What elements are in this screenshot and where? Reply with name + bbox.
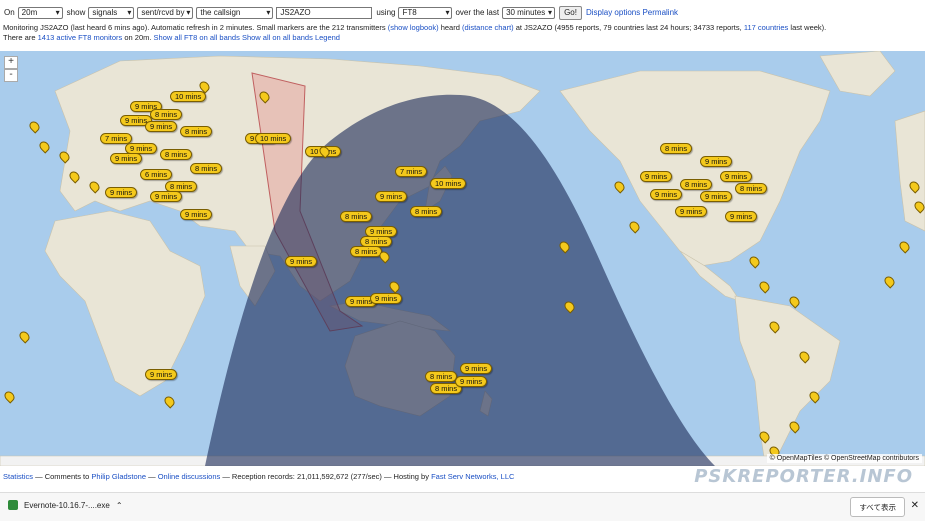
time-since-heard-label[interactable]: 8 mins: [150, 109, 183, 120]
show-logbook-link[interactable]: (show logbook): [388, 23, 439, 32]
time-since-heard-label[interactable]: 8 mins: [190, 163, 223, 174]
display-options-link[interactable]: Display options: [586, 8, 640, 17]
callsign-input[interactable]: JS2AZO: [276, 6, 373, 19]
time-since-heard-label[interactable]: 9 mins: [720, 171, 753, 182]
go-button[interactable]: Go!: [559, 5, 582, 20]
target-select[interactable]: the callsign: [196, 6, 274, 19]
comments-text: — Comments to: [35, 472, 90, 481]
time-since-heard-label[interactable]: 7 mins: [395, 166, 428, 177]
chevron-up-icon[interactable]: ⌃: [116, 501, 123, 510]
time-since-heard-label[interactable]: 10 mins: [430, 178, 467, 189]
time-since-heard-label[interactable]: 8 mins: [735, 183, 768, 194]
distance-chart-link[interactable]: (distance chart): [462, 23, 514, 32]
map-attribution: © OpenMapTiles © OpenStreetMap contribut…: [766, 454, 922, 463]
zoom-in-button[interactable]: +: [4, 56, 18, 69]
time-since-heard-label[interactable]: 6 mins: [140, 169, 173, 180]
time-since-heard-label[interactable]: 9 mins: [370, 293, 403, 304]
time-since-heard-label[interactable]: 9 mins: [105, 187, 138, 198]
time-since-heard-label[interactable]: 10 mins: [170, 91, 207, 102]
download-bar: Evernote-10.16.7-....exe ⌃ すべて表示 ✕: [0, 492, 925, 521]
time-since-heard-label[interactable]: 8 mins: [425, 371, 458, 382]
footer: Statistics — Comments to Philip Gladston…: [3, 472, 514, 481]
records-text: — Reception records: 21,011,592,672 (277…: [222, 472, 429, 481]
author-link[interactable]: Philip Gladstone: [91, 472, 146, 481]
time-since-heard-label[interactable]: 9 mins: [700, 191, 733, 202]
time-since-heard-label[interactable]: 9 mins: [725, 211, 758, 222]
show-all-ft8-link[interactable]: Show all FT8 on all bands: [154, 33, 240, 42]
over-label: over the last: [455, 8, 500, 17]
show-label: show: [66, 8, 86, 17]
footer-dash: —: [148, 472, 156, 481]
time-since-heard-label[interactable]: 7 mins: [100, 133, 133, 144]
reception-map[interactable]: 10 mins 9 mins 8 mins 9 mins 9 mins 7 mins 8 m…: [0, 51, 925, 466]
query-toolbar: On 20m show signals sent/rcvd by the cal…: [3, 5, 678, 20]
on-label: On: [4, 8, 15, 17]
time-since-heard-label[interactable]: 9 mins: [700, 156, 733, 167]
status-text-c: at JS2AZO (4955 reports, 79 countries la…: [515, 23, 742, 32]
status-text-d: last week).: [790, 23, 827, 32]
show-all-downloads-button[interactable]: すべて表示: [850, 497, 905, 517]
time-since-heard-label[interactable]: 8 mins: [410, 206, 443, 217]
time-since-heard-label[interactable]: 8 mins: [180, 126, 213, 137]
download-item[interactable]: Evernote-10.16.7-....exe ⌃: [8, 500, 123, 510]
time-since-heard-label[interactable]: 9 mins: [145, 121, 178, 132]
installer-icon: [8, 500, 18, 510]
host-link[interactable]: Fast Serv Networks, LLC: [431, 472, 514, 481]
active-monitors-link[interactable]: 1413 active FT8 monitors: [38, 33, 123, 42]
permalink-link[interactable]: Permalink: [642, 8, 678, 17]
time-since-heard-label[interactable]: 8 mins: [350, 246, 383, 257]
monitors-status: There are 1413 active FT8 monitors on 20…: [3, 33, 340, 42]
time-since-heard-label[interactable]: 9 mins: [675, 206, 708, 217]
monitors-text-a: There are: [3, 33, 36, 42]
time-since-heard-label[interactable]: 8 mins: [160, 149, 193, 160]
time-since-heard-label[interactable]: 10 mins: [255, 133, 292, 144]
show-all-bands-link[interactable]: Show all on all bands: [242, 33, 313, 42]
legend-link[interactable]: Legend: [315, 33, 340, 42]
time-since-heard-label[interactable]: 9 mins: [110, 153, 143, 164]
time-since-heard-label[interactable]: 8 mins: [680, 179, 713, 190]
online-discussions-link[interactable]: Online discussions: [158, 472, 221, 481]
time-since-heard-label[interactable]: 9 mins: [460, 363, 493, 374]
close-icon[interactable]: ✕: [911, 500, 919, 511]
monitors-text-b: on 20m.: [124, 33, 152, 42]
status-text-b: heard: [440, 23, 460, 32]
status-text-a: Monitoring JS2AZO (last heard 6 mins ago…: [3, 23, 386, 32]
time-since-heard-label[interactable]: 9 mins: [285, 256, 318, 267]
download-filename: Evernote-10.16.7-....exe: [24, 500, 110, 510]
statistics-link[interactable]: Statistics: [3, 472, 33, 481]
mode-select[interactable]: FT8: [398, 6, 453, 19]
period-select[interactable]: 30 minutes: [502, 6, 556, 19]
time-since-heard-label[interactable]: 9 mins: [180, 209, 213, 220]
time-since-heard-label[interactable]: 9 mins: [145, 369, 178, 380]
show-select[interactable]: signals: [88, 6, 135, 19]
time-since-heard-label[interactable]: 9 mins: [375, 191, 408, 202]
time-since-heard-label[interactable]: 9 mins: [650, 189, 683, 200]
time-since-heard-label[interactable]: 9 mins: [150, 191, 183, 202]
zoom-out-button[interactable]: -: [4, 69, 18, 82]
direction-select[interactable]: sent/rcvd by: [137, 6, 194, 19]
countries-link[interactable]: 117 countries: [744, 23, 788, 32]
time-since-heard-label[interactable]: 9 mins: [640, 171, 673, 182]
site-brand: PSKREPORTER.INFO: [694, 466, 913, 487]
map-canvas: [0, 51, 925, 466]
time-since-heard-label[interactable]: 9 mins: [455, 376, 488, 387]
time-since-heard-label[interactable]: 8 mins: [660, 143, 693, 154]
monitoring-status: Monitoring JS2AZO (last heard 6 mins ago…: [3, 23, 826, 32]
band-select[interactable]: 20m: [17, 6, 63, 19]
time-since-heard-label[interactable]: 8 mins: [340, 211, 373, 222]
using-label: using: [376, 8, 396, 17]
